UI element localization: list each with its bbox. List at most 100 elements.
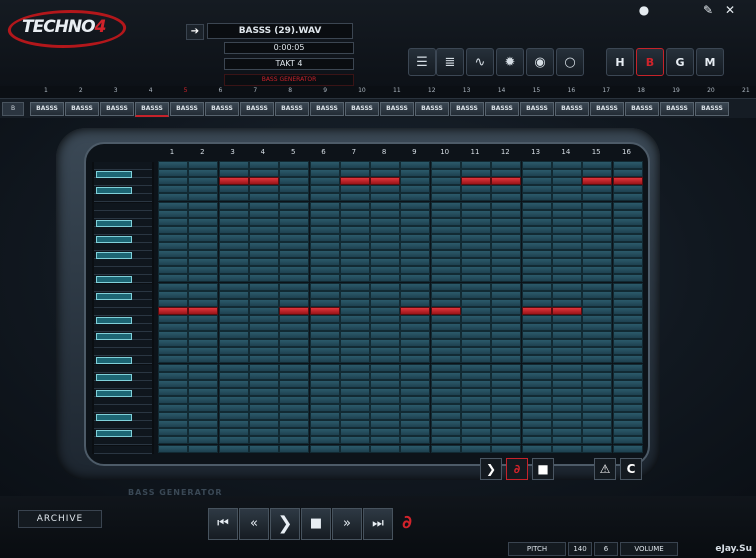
step-cell[interactable] [430,282,461,291]
step-cell[interactable] [612,169,643,178]
step-cell[interactable] [491,306,522,315]
step-cell[interactable] [551,193,582,202]
track-clip[interactable]: BASSS [590,102,624,116]
step-cell[interactable] [309,274,340,283]
step-cell[interactable] [491,323,522,331]
step-cell[interactable] [339,258,370,267]
step-cell[interactable] [521,169,552,178]
step-cell[interactable] [158,323,188,331]
step-cell[interactable] [158,347,188,356]
step-cell[interactable] [248,379,279,388]
step-cell[interactable] [551,274,582,283]
step-cell[interactable] [612,282,643,291]
step-cell[interactable] [339,444,370,453]
step-cell[interactable] [551,387,582,396]
step-cell[interactable] [158,242,188,250]
step-cell[interactable] [582,290,613,299]
step-cell[interactable] [248,258,279,267]
track-clip[interactable]: BASSS [30,102,64,116]
step-cell[interactable] [158,177,188,186]
step-cell[interactable] [188,306,219,315]
step-cell[interactable] [188,412,219,421]
step-cell[interactable] [491,169,522,178]
step-cell[interactable] [521,436,552,445]
step-cell[interactable] [279,363,310,372]
step-cell[interactable] [158,314,188,323]
step-cell[interactable] [218,395,249,404]
step-cell[interactable] [339,282,370,291]
stop-small-icon[interactable]: ■ [532,458,554,480]
step-cell[interactable] [461,404,491,412]
step-cell[interactable] [461,428,491,437]
step-cell[interactable] [521,306,552,315]
step-cell[interactable] [521,161,552,169]
step-cell[interactable] [339,412,370,421]
step-cell[interactable] [521,371,552,380]
step-cell[interactable] [461,420,491,429]
step-cell[interactable] [400,306,431,315]
step-cell[interactable] [582,331,613,340]
step-cell[interactable] [218,339,249,348]
step-cell[interactable] [582,250,613,259]
step-cell[interactable] [370,412,401,421]
step-cell[interactable] [461,185,491,194]
step-cell[interactable] [551,412,582,421]
step-cell[interactable] [158,209,188,218]
track-clip[interactable]: BASSS [65,102,99,116]
track-clip[interactable]: BASSS [205,102,239,116]
step-cell[interactable] [400,314,431,323]
waveform-icon[interactable]: ∿ [466,48,494,76]
step-cell[interactable] [461,323,491,331]
piano-key-black[interactable] [96,187,132,195]
step-cell[interactable] [218,274,249,283]
step-cell[interactable] [612,290,643,299]
step-cell[interactable] [430,314,461,323]
step-cell[interactable] [551,306,582,315]
step-cell[interactable] [339,209,370,218]
step-cell[interactable] [521,379,552,388]
step-cell[interactable] [430,242,461,250]
step-cell[interactable] [309,242,340,250]
step-cell[interactable] [582,242,613,250]
list-detail-icon[interactable]: ≣ [436,48,464,76]
step-cell[interactable] [521,193,552,202]
step-cell[interactable] [400,266,431,275]
step-cell[interactable] [309,217,340,226]
step-cell[interactable] [279,209,310,218]
piano-key[interactable] [94,405,152,414]
step-cell[interactable] [158,201,188,210]
step-cell[interactable] [248,306,279,315]
step-cell[interactable] [430,306,461,315]
step-cell[interactable] [461,266,491,275]
step-cell[interactable] [612,387,643,396]
step-cell[interactable] [279,177,310,186]
step-cell[interactable] [158,233,188,242]
step-cell[interactable] [309,355,340,364]
step-cell[interactable] [582,298,613,307]
step-cell[interactable] [400,290,431,299]
step-cell[interactable] [279,347,310,356]
step-cell[interactable] [461,306,491,315]
step-cell[interactable] [188,185,219,194]
step-cell[interactable] [158,282,188,291]
step-cell[interactable] [491,217,522,226]
robot-icon[interactable]: ◉ [526,48,554,76]
step-cell[interactable] [339,266,370,275]
step-cell[interactable] [158,193,188,202]
step-cell[interactable] [309,169,340,178]
step-cell[interactable] [370,436,401,445]
step-cell[interactable] [339,395,370,404]
step-cell[interactable] [158,387,188,396]
step-cell[interactable] [491,258,522,267]
step-cell[interactable] [309,363,340,372]
piano-key[interactable] [94,283,152,292]
arrow-right-icon[interactable]: ➔ [186,24,204,40]
step-cell[interactable] [339,331,370,340]
step-cell[interactable] [218,355,249,364]
step-cell[interactable] [248,193,279,202]
step-cell[interactable] [370,193,401,202]
step-cell[interactable] [339,420,370,429]
step-cell[interactable] [521,355,552,364]
piano-key[interactable] [94,364,152,373]
step-cell[interactable] [218,201,249,210]
